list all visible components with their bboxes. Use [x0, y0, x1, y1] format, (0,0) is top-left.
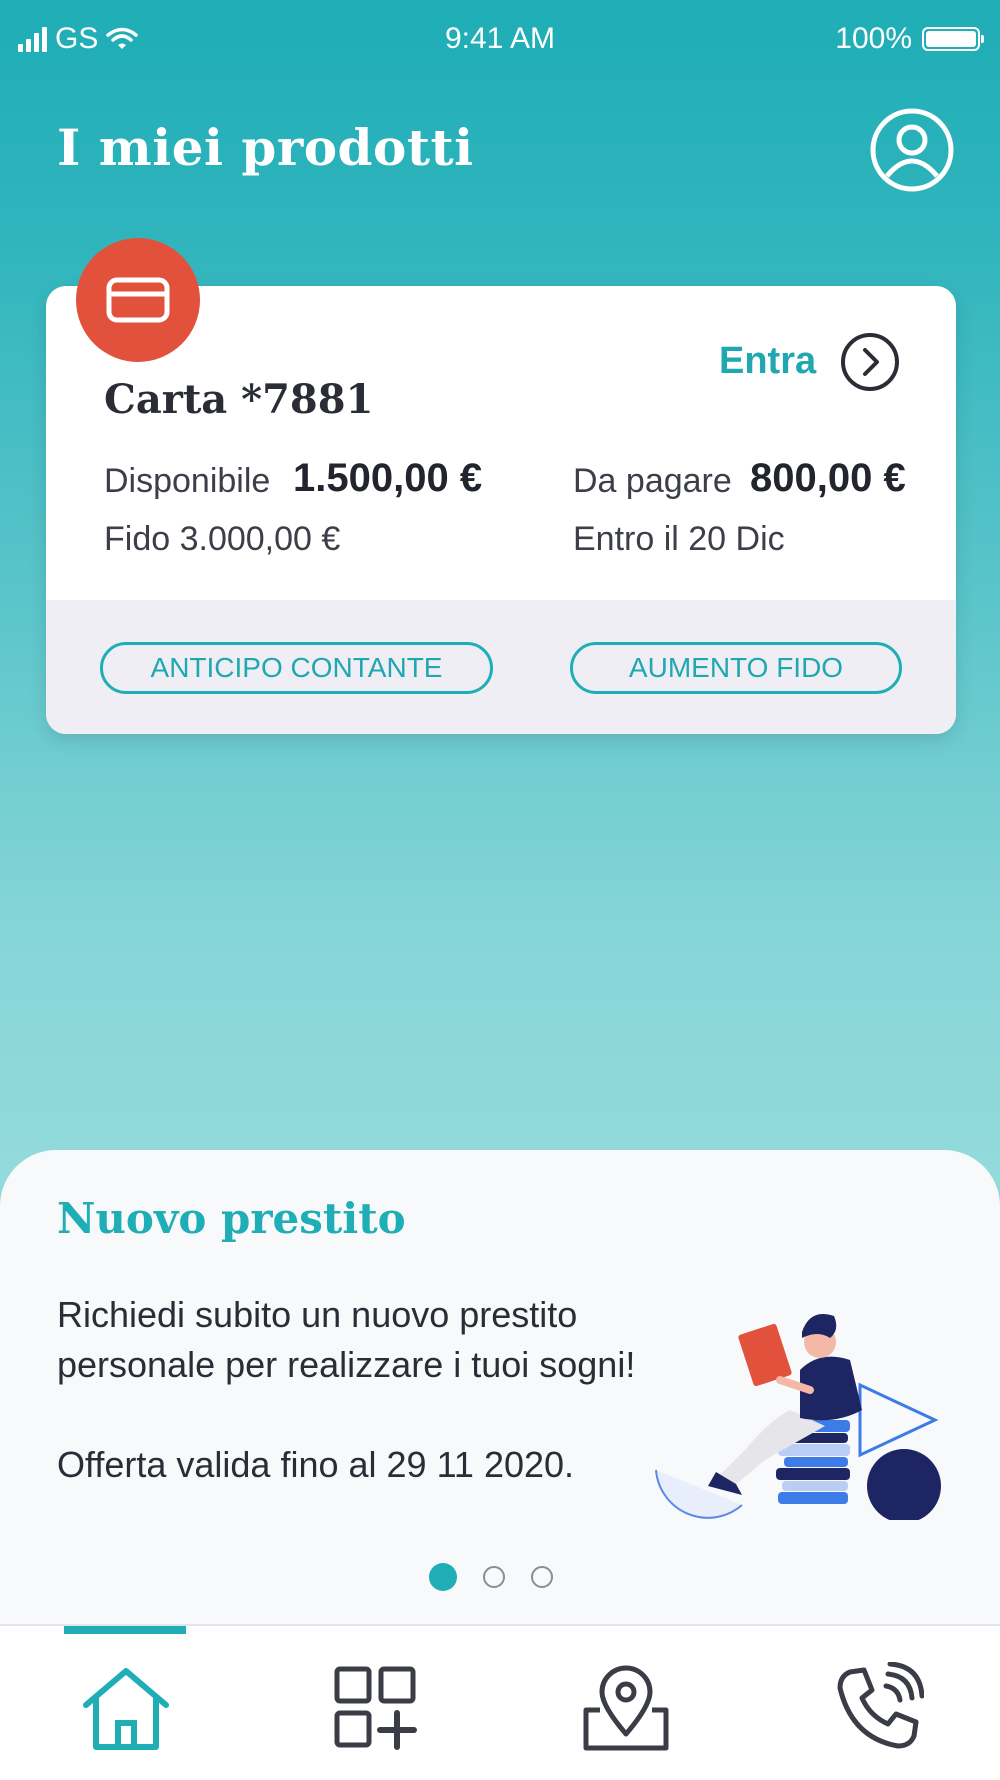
- promo-text-line2: personale per realizzare i tuoi sogni!: [57, 1344, 636, 1385]
- reading-person-illustration: [655, 1314, 941, 1520]
- available-label: Disponibile: [104, 462, 271, 500]
- cash-advance-button[interactable]: ANTICIPO CONTANTE: [100, 642, 493, 694]
- home-icon: [83, 1668, 169, 1750]
- pager-dot-2[interactable]: [483, 1566, 505, 1588]
- card-badge: [76, 238, 200, 362]
- due-date: Entro il 20 Dic: [573, 520, 785, 558]
- profile-icon[interactable]: [870, 108, 954, 192]
- map-pin-icon: [583, 1665, 669, 1751]
- pager-dot-1[interactable]: [429, 1563, 457, 1591]
- pager-dots[interactable]: [429, 1563, 553, 1591]
- available-value: 1.500,00 €: [293, 456, 483, 500]
- chevron-right-circle-icon[interactable]: [840, 332, 900, 392]
- credit-card-icon: [106, 277, 170, 323]
- status-bar: GS 9:41 AM 100%: [0, 0, 1000, 80]
- enter-link[interactable]: Entra: [719, 340, 816, 383]
- due-label: Da pagare: [573, 462, 732, 500]
- tab-locations[interactable]: [578, 1660, 674, 1756]
- battery-icon: [922, 27, 984, 51]
- increase-credit-button[interactable]: AUMENTO FIDO: [570, 642, 902, 694]
- card-name: Carta *7881: [104, 376, 374, 423]
- products-add-icon: [334, 1666, 417, 1750]
- promo-offer: Offerta valida fino al 29 11 2020.: [57, 1444, 575, 1485]
- active-tab-indicator: [64, 1626, 186, 1634]
- credit-line-label: Fido 3.000,00 €: [104, 520, 341, 558]
- status-right: 100%: [835, 22, 984, 56]
- tab-home[interactable]: [78, 1660, 174, 1756]
- tab-products[interactable]: [328, 1660, 424, 1756]
- page-title: I miei prodotti: [57, 118, 474, 177]
- battery-label: 100%: [835, 22, 912, 55]
- promo-text-line1: Richiedi subito un nuovo prestito: [57, 1294, 578, 1335]
- pager-dot-3[interactable]: [531, 1566, 553, 1588]
- phone-icon: [837, 1662, 924, 1749]
- promo-title: Nuovo prestito: [57, 1194, 406, 1243]
- due-value: 800,00 €: [750, 456, 906, 500]
- tab-contact[interactable]: [830, 1660, 926, 1756]
